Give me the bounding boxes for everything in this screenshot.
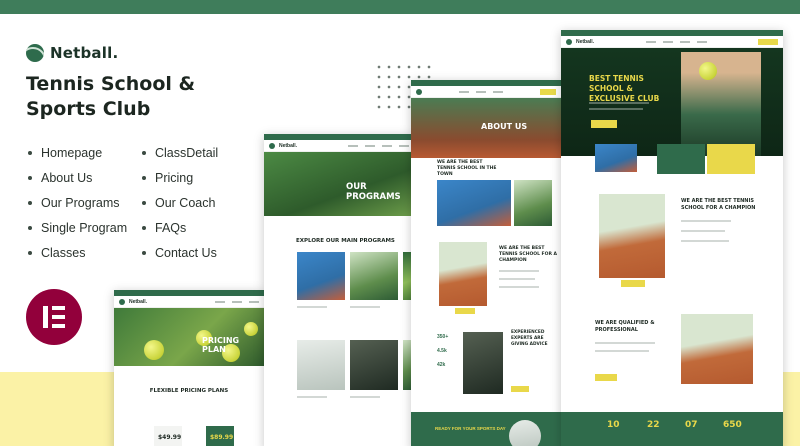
mockup-brand: Netball. bbox=[129, 298, 148, 305]
programs-hero-title: OUR PROGRAMS bbox=[346, 182, 401, 202]
price-value: $49.99 bbox=[158, 434, 182, 441]
about-cta-band: READY FOR YOUR SPORTS DAY bbox=[411, 412, 561, 446]
top-accent-bar bbox=[0, 0, 800, 14]
page-list-right: ClassDetail Pricing Our Coach FAQs Conta… bbox=[142, 140, 218, 265]
bullet-icon bbox=[142, 150, 146, 155]
program-image bbox=[350, 340, 398, 390]
pricing-section-title: FLEXIBLE PRICING PLANS bbox=[149, 388, 229, 394]
about-page-mockup: ABOUT US WE ARE THE BEST TENNIS SCHOOL I… bbox=[411, 80, 561, 446]
home-section-title: WE ARE THE BEST TENNIS SCHOOL FOR A CHAM… bbox=[681, 198, 756, 211]
page-list-left: Homepage About Us Our Programs Single Pr… bbox=[28, 140, 127, 265]
page-item: Single Program bbox=[28, 215, 127, 240]
bullet-icon bbox=[142, 250, 146, 255]
home-hero-title: BEST TENNIS SCHOOL & EXCLUSIVE CLUB bbox=[589, 74, 660, 103]
bullet-icon bbox=[142, 225, 146, 230]
bullet-icon bbox=[142, 175, 146, 180]
about-image bbox=[439, 242, 487, 306]
homepage-mockup: Netball. BEST TENNIS SCHOOL & EXCLUSIVE … bbox=[561, 30, 783, 446]
about-image bbox=[463, 332, 503, 394]
program-image bbox=[297, 340, 345, 390]
about-block-title: WE ARE THE BEST TENNIS SCHOOL FOR A CHAM… bbox=[499, 246, 557, 263]
program-image bbox=[297, 252, 345, 300]
price-value: $89.99 bbox=[210, 434, 234, 441]
home-section-title: WE ARE QUALIFIED & PROFESSIONAL bbox=[595, 320, 655, 333]
page-item: FAQs bbox=[142, 215, 218, 240]
programs-hero: OUR PROGRAMS bbox=[264, 152, 414, 216]
stat-value: 22 bbox=[647, 420, 660, 430]
tennis-ball-icon bbox=[566, 38, 572, 45]
home-image bbox=[595, 144, 637, 172]
about-cta-text: READY FOR YOUR SPORTS DAY bbox=[435, 426, 506, 431]
page-item: Contact Us bbox=[142, 240, 218, 265]
brand-logo: Netball. bbox=[26, 44, 118, 62]
about-hero-title: ABOUT US bbox=[481, 122, 528, 131]
pricing-hero: PRICING PLAN bbox=[114, 308, 264, 366]
page-title: Tennis School & Sports Club bbox=[26, 73, 196, 120]
programs-page-mockup: Netball. OUR PROGRAMS EXPLORE OUR MAIN P… bbox=[264, 134, 414, 446]
home-hero: BEST TENNIS SCHOOL & EXCLUSIVE CLUB bbox=[561, 48, 783, 156]
tennis-ball-icon bbox=[416, 88, 422, 95]
page-item: Our Programs bbox=[28, 190, 127, 215]
bullet-icon bbox=[28, 200, 32, 205]
page-item: About Us bbox=[28, 165, 127, 190]
home-image bbox=[599, 194, 665, 278]
stat-value: 42k bbox=[437, 362, 446, 368]
page-item: Our Coach bbox=[142, 190, 218, 215]
home-stats-band: 10 22 07 650 bbox=[561, 412, 783, 446]
tennis-ball-icon bbox=[119, 298, 125, 305]
program-image bbox=[350, 252, 398, 300]
stat-value: 650 bbox=[723, 420, 742, 430]
tennis-ball-icon bbox=[269, 142, 275, 149]
stat-value: 4.5k bbox=[437, 348, 447, 354]
brand-name: Netball. bbox=[50, 44, 119, 62]
page-item: Pricing bbox=[142, 165, 218, 190]
about-image bbox=[437, 180, 511, 226]
bullet-icon bbox=[28, 250, 32, 255]
pricing-page-mockup: Netball. PRICING PLAN FLEXIBLE PRICING P… bbox=[114, 290, 264, 446]
home-image bbox=[681, 314, 753, 384]
page-item: Homepage bbox=[28, 140, 127, 165]
bullet-icon bbox=[28, 175, 32, 180]
hero-player-image bbox=[681, 52, 761, 156]
page-item: Classes bbox=[28, 240, 127, 265]
tennis-ball-icon bbox=[26, 44, 44, 62]
mockup-brand: Netball. bbox=[279, 142, 298, 149]
about-block-title: WE ARE THE BEST TENNIS SCHOOL IN THE TOW… bbox=[437, 160, 497, 177]
elementor-logo-icon bbox=[26, 289, 82, 345]
about-block-title: EXPERIENCED EXPERTS ARE GIVING ADVICE bbox=[511, 330, 548, 347]
about-image bbox=[514, 180, 552, 226]
bullet-icon bbox=[142, 200, 146, 205]
mockup-brand: Netball. bbox=[576, 38, 595, 45]
stat-value: 10 bbox=[607, 420, 620, 430]
pricing-hero-title: PRICING PLAN bbox=[202, 336, 240, 354]
about-hero: ABOUT US bbox=[411, 98, 561, 158]
stat-value: 350+ bbox=[437, 334, 449, 340]
page-item: ClassDetail bbox=[142, 140, 218, 165]
bullet-icon bbox=[28, 225, 32, 230]
bullet-icon bbox=[28, 150, 32, 155]
programs-section-title: EXPLORE OUR MAIN PROGRAMS bbox=[296, 238, 395, 244]
stat-value: 07 bbox=[685, 420, 698, 430]
